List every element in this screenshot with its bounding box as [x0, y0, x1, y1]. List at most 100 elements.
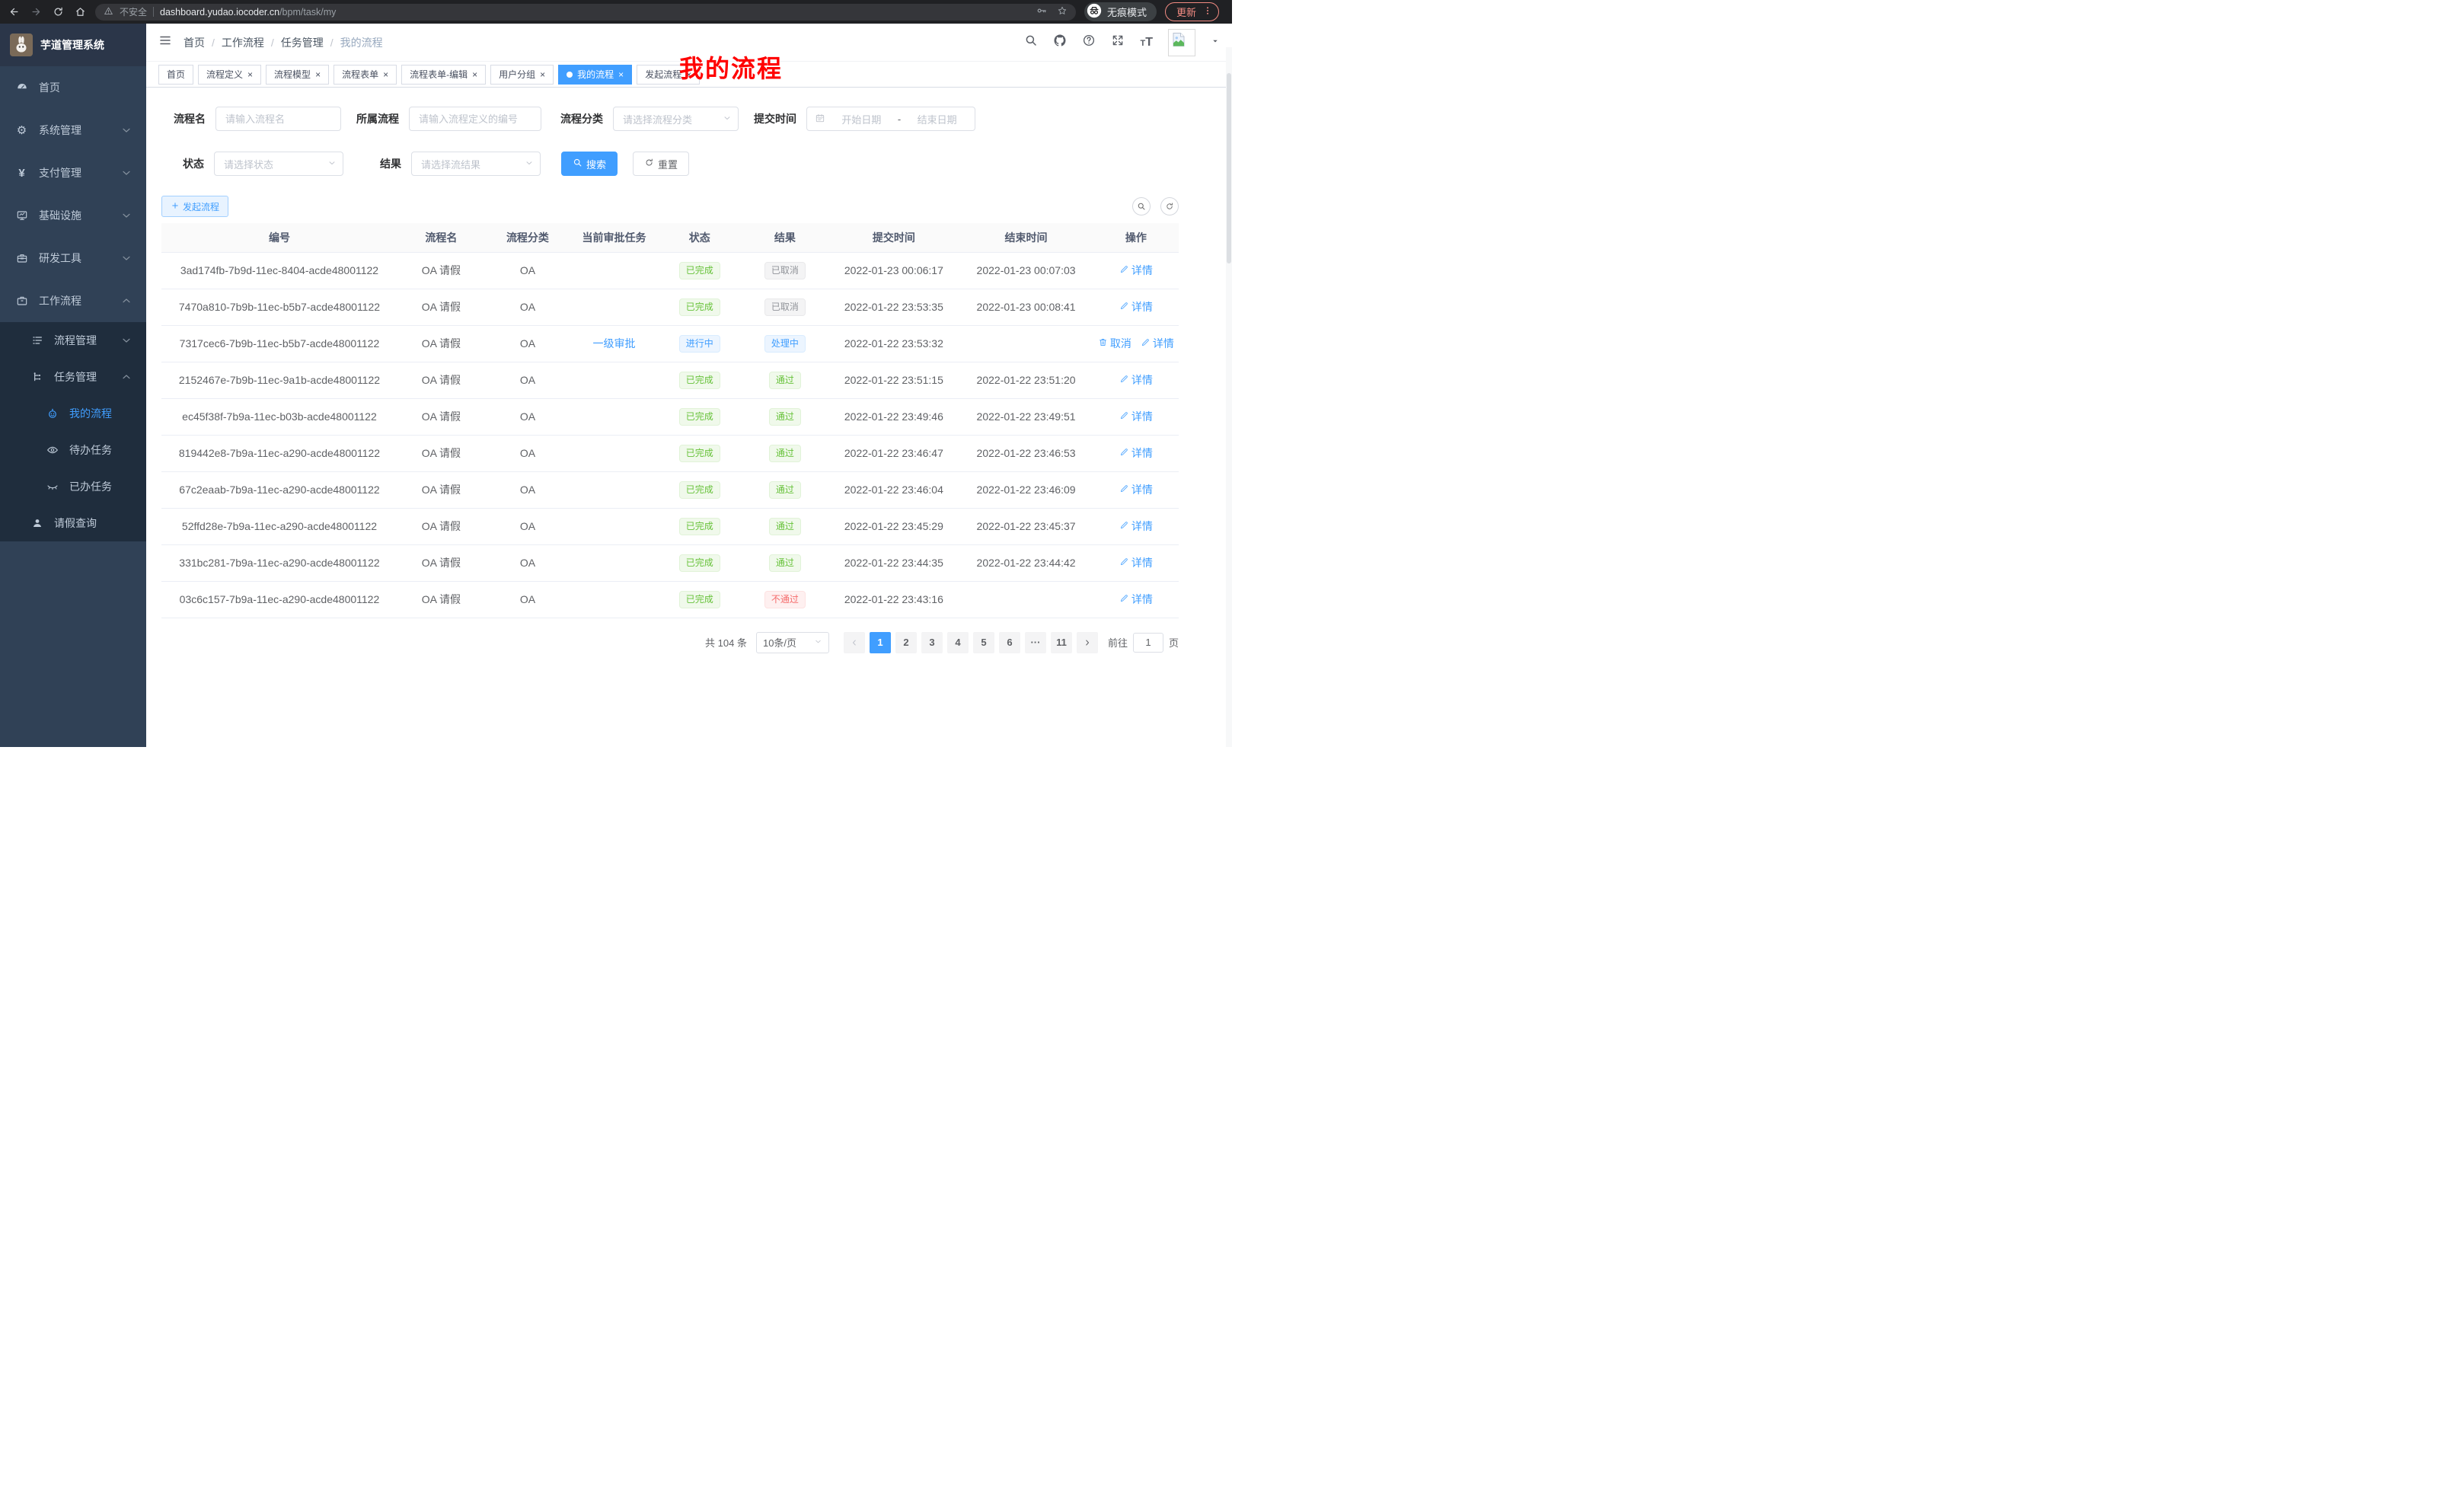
- chevron-down-icon: [814, 637, 822, 648]
- search-button[interactable]: 搜索: [561, 152, 618, 176]
- category-select[interactable]: 请选择流程分类: [613, 107, 739, 131]
- category-placeholder: 请选择流程分类: [623, 112, 692, 126]
- sidebar-item-1[interactable]: ⚙系统管理: [0, 109, 146, 152]
- end-date-placeholder[interactable]: 结束日期: [907, 112, 967, 126]
- sidebar-item-5[interactable]: 工作流程: [0, 279, 146, 322]
- close-icon[interactable]: ×: [315, 70, 321, 79]
- key-icon[interactable]: [1036, 5, 1047, 18]
- next-page-button[interactable]: [1077, 632, 1098, 653]
- sidebar-item-4[interactable]: 研发工具: [0, 237, 146, 279]
- action-detail-link[interactable]: 详情: [1119, 409, 1153, 424]
- github-icon[interactable]: [1053, 34, 1067, 51]
- url-bar[interactable]: 不安全 dashboard.yudao.iocoder.cn/bpm/task/…: [95, 4, 1076, 21]
- cell-category: OA: [485, 289, 570, 325]
- cell-process-name: OA 请假: [397, 252, 485, 289]
- sidebar-item-11[interactable]: 请假查询: [0, 505, 146, 541]
- page-button-11[interactable]: 11: [1051, 632, 1072, 653]
- close-icon[interactable]: ×: [540, 70, 545, 79]
- create-process-button[interactable]: 发起流程: [161, 196, 228, 217]
- page-size-select[interactable]: 10条/页: [756, 632, 829, 653]
- prev-page-button[interactable]: [844, 632, 865, 653]
- owner-process-input[interactable]: [409, 107, 541, 131]
- tab-1[interactable]: 流程定义 ×: [198, 65, 261, 85]
- scrollbar[interactable]: [1226, 47, 1232, 747]
- column-header: 流程名: [397, 223, 485, 252]
- page-button-4[interactable]: 4: [947, 632, 969, 653]
- current-task-link[interactable]: 一级审批: [592, 336, 635, 351]
- scrollbar-thumb[interactable]: [1227, 73, 1231, 263]
- result-select[interactable]: 请选择流结果: [411, 152, 541, 176]
- action-detail-link[interactable]: 详情: [1119, 519, 1153, 534]
- tab-label: 流程定义: [206, 68, 243, 81]
- action-detail-link[interactable]: 详情: [1119, 592, 1153, 607]
- refresh-list-button[interactable]: [1160, 197, 1179, 215]
- sidebar-logo[interactable]: 芋道管理系统: [0, 24, 146, 66]
- sidebar-item-8[interactable]: 我的流程: [0, 395, 146, 432]
- close-icon[interactable]: ×: [383, 70, 388, 79]
- hamburger-icon[interactable]: [158, 34, 172, 51]
- fullscreen-icon[interactable]: [1111, 34, 1125, 51]
- date-separator: -: [898, 113, 901, 125]
- tab-6[interactable]: 我的流程×: [558, 65, 632, 85]
- dots-vertical-icon[interactable]: [1202, 5, 1213, 18]
- forward-icon[interactable]: [29, 5, 43, 19]
- sidebar-item-9[interactable]: 待办任务: [0, 432, 146, 468]
- font-size-icon[interactable]: TT: [1140, 36, 1153, 49]
- breadcrumb-separator: /: [212, 37, 215, 49]
- sidebar-item-3[interactable]: 基础设施: [0, 194, 146, 237]
- action-detail-link[interactable]: 详情: [1141, 336, 1174, 351]
- sidebar-item-10[interactable]: 已办任务: [0, 468, 146, 505]
- page-button-6[interactable]: 6: [999, 632, 1020, 653]
- action-detail-link[interactable]: 详情: [1119, 445, 1153, 461]
- cell-status: 已完成: [658, 435, 742, 471]
- help-icon[interactable]: [1082, 34, 1096, 51]
- process-name-input[interactable]: [215, 107, 341, 131]
- cell-end-time: [959, 581, 1093, 618]
- start-date-placeholder[interactable]: 开始日期: [831, 112, 892, 126]
- cell-process-name: OA 请假: [397, 398, 485, 435]
- submit-time-range-picker[interactable]: 开始日期 - 结束日期: [806, 107, 975, 131]
- page-button-5[interactable]: 5: [973, 632, 994, 653]
- show-search-button[interactable]: [1132, 197, 1151, 215]
- tab-3[interactable]: 流程表单×: [334, 65, 397, 85]
- action-detail-link[interactable]: 详情: [1119, 555, 1153, 570]
- sidebar-item-0[interactable]: 首页: [0, 66, 146, 109]
- page-button-3[interactable]: 3: [921, 632, 943, 653]
- sidebar-item-2[interactable]: ¥支付管理: [0, 152, 146, 194]
- cell-actions: 详情: [1093, 289, 1179, 325]
- avatar[interactable]: [1168, 29, 1195, 56]
- tab-5[interactable]: 用户分组×: [490, 65, 554, 85]
- action-detail-link[interactable]: 详情: [1119, 372, 1153, 388]
- action-detail-link[interactable]: 详情: [1119, 263, 1153, 278]
- page-ellipsis[interactable]: ···: [1025, 632, 1046, 653]
- back-icon[interactable]: [7, 5, 21, 19]
- breadcrumb-item[interactable]: 任务管理: [281, 35, 324, 50]
- page-button-1[interactable]: 1: [870, 632, 891, 653]
- tab-2[interactable]: 流程模型×: [266, 65, 329, 85]
- caret-down-icon[interactable]: [1211, 36, 1220, 49]
- tab-0[interactable]: 首页: [158, 65, 193, 85]
- close-icon[interactable]: ×: [247, 70, 253, 79]
- star-icon[interactable]: [1057, 5, 1068, 18]
- cell-submit-time: 2022-01-23 00:06:17: [828, 252, 959, 289]
- reset-button[interactable]: 重置: [633, 152, 689, 176]
- action-cancel-link[interactable]: 取消: [1098, 336, 1131, 351]
- table-row: 819442e8-7b9a-11ec-a290-acde48001122OA 请…: [161, 435, 1179, 471]
- breadcrumb-item[interactable]: 首页: [184, 35, 205, 50]
- sidebar-item-6[interactable]: 流程管理: [0, 322, 146, 359]
- sidebar-item-7[interactable]: 任务管理: [0, 359, 146, 395]
- breadcrumb-item[interactable]: 工作流程: [222, 35, 264, 50]
- tab-4[interactable]: 流程表单-编辑×: [401, 65, 486, 85]
- page-button-2[interactable]: 2: [895, 632, 917, 653]
- goto-page-input[interactable]: [1133, 633, 1163, 653]
- close-icon[interactable]: ×: [618, 70, 624, 79]
- cell-end-time: 2022-01-22 23:46:53: [959, 435, 1093, 471]
- reload-icon[interactable]: [51, 5, 65, 19]
- close-icon[interactable]: ×: [472, 70, 477, 79]
- action-detail-link[interactable]: 详情: [1119, 299, 1153, 314]
- search-icon[interactable]: [1024, 34, 1038, 51]
- action-detail-link[interactable]: 详情: [1119, 482, 1153, 497]
- home-icon[interactable]: [73, 5, 87, 19]
- status-select[interactable]: 请选择状态: [214, 152, 343, 176]
- browser-update-button[interactable]: 更新: [1165, 2, 1219, 21]
